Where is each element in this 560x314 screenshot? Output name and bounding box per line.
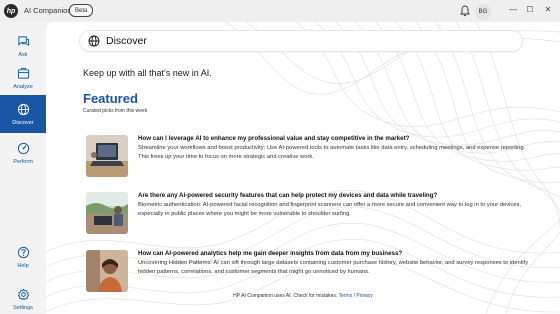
page-tagline: Keep up with all that's new in AI.: [83, 68, 212, 78]
gauge-icon: [17, 142, 29, 154]
featured-card[interactable]: Are there any AI-powered security featur…: [86, 192, 536, 238]
globe-icon: [88, 35, 100, 47]
card-body: Biometric authentication: AI-powered fac…: [138, 202, 522, 217]
footer-disclaimer: HP AI Companion uses AI. Check for mista…: [46, 293, 560, 299]
curated-caption: Curated picks from this week: [83, 108, 148, 114]
sidebar-item-label: Help: [17, 262, 29, 269]
sidebar-item-help[interactable]: Help: [0, 238, 46, 276]
hp-logo: hp: [4, 4, 18, 18]
sidebar-item-perform[interactable]: Perform: [0, 134, 46, 172]
sidebar-item-discover[interactable]: Discover: [0, 95, 46, 133]
card-body: Streamline your workflows and boost prod…: [138, 145, 526, 160]
analyze-icon: [17, 67, 29, 79]
sidebar-item-label: Discover: [12, 119, 34, 126]
gear-icon: [17, 288, 29, 300]
bell-icon[interactable]: [460, 5, 470, 17]
discover-search-bar[interactable]: Discover: [80, 31, 522, 51]
card-body: Uncovering Hidden Patterns: AI can sift …: [138, 260, 529, 275]
avatar[interactable]: BG: [475, 4, 491, 20]
chat-icon: [17, 35, 29, 46]
title-bar: hp AI Companion Beta BG — ☐ ✕: [0, 0, 560, 22]
maximize-button[interactable]: ☐: [525, 5, 535, 15]
card-title[interactable]: Are there any AI-powered security featur…: [138, 192, 437, 199]
sidebar: Ask Analyze Discover Perform Help Settin…: [0, 22, 46, 314]
featured-card[interactable]: How can AI-powered analytics help me gai…: [86, 250, 536, 296]
sidebar-item-label: Analyze: [13, 83, 33, 90]
person-photo: [86, 250, 128, 292]
sidebar-item-analyze[interactable]: Analyze: [0, 59, 46, 97]
privacy-link[interactable]: Privacy: [356, 293, 372, 299]
sidebar-item-label: Settings: [13, 304, 33, 311]
sidebar-item-label: Ask: [18, 51, 28, 58]
minimize-button[interactable]: —: [508, 5, 518, 15]
beta-badge: Beta: [69, 4, 94, 17]
sidebar-item-label: Perform: [13, 158, 33, 165]
sidebar-item-settings[interactable]: Settings: [0, 280, 46, 314]
travel-photo: [86, 192, 128, 234]
disclaimer-text: HP AI Companion uses AI. Check for mista…: [233, 293, 338, 299]
terms-link[interactable]: Terms: [339, 293, 353, 299]
featured-card[interactable]: How can I leverage AI to enhance my prof…: [86, 135, 536, 181]
main-panel: Discover Keep up with all that's new in …: [46, 22, 560, 314]
app-title: AI Companion: [24, 6, 72, 15]
close-button[interactable]: ✕: [543, 5, 553, 15]
discover-title: Discover: [106, 35, 147, 47]
card-title[interactable]: How can I leverage AI to enhance my prof…: [138, 135, 409, 142]
featured-heading: Featured: [83, 91, 138, 106]
card-title[interactable]: How can AI-powered analytics help me gai…: [138, 250, 402, 257]
link-separator: /: [353, 293, 356, 299]
help-icon: [17, 246, 29, 258]
laptop-photo: [86, 135, 128, 177]
globe-icon: [17, 103, 29, 115]
